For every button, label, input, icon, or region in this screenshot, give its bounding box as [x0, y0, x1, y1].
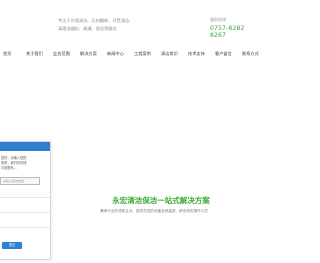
hotline-label: 服务热线 — [210, 17, 226, 22]
hotline-number: 0757-8282 8267 — [210, 25, 245, 39]
hero-title: 永宏清洁保洁一站式解决方案 — [112, 196, 210, 205]
intro-line-2: 清理油烟机、疏通、保洁等服务 — [58, 26, 117, 31]
nav-item-about[interactable]: 关于我们 — [26, 51, 43, 57]
main-nav: 首页 关于我们 业务范围 解决方案 新闻中心 工程案例 清洁常识 技术支持 客户… — [0, 49, 262, 61]
intro-line-1: 专注于外墙清洗、石材翻新、开荒清洁、 — [58, 18, 134, 23]
contact-widget-text: 您好，请输入您的需求，我们将尽快与您联系... — [1, 156, 27, 170]
nav-item-cases[interactable]: 工程案例 — [134, 51, 151, 57]
contact-widget-header — [0, 142, 50, 151]
nav-item-news[interactable]: 新闻中心 — [107, 51, 124, 57]
nav-item-support[interactable]: 技术支持 — [188, 51, 205, 57]
nav-item-solutions[interactable]: 解决方案 — [80, 51, 97, 57]
submit-button[interactable]: 提交 — [2, 242, 22, 249]
nav-item-knowledge[interactable]: 清洁常识 — [161, 51, 178, 57]
hero-subtitle: 秉承行业的领军企业，国内先进的设备及其高质、精业务的操作人员 — [100, 209, 208, 213]
divider — [0, 212, 50, 213]
nav-item-services[interactable]: 业务范围 — [53, 51, 70, 57]
nav-item-feedback[interactable]: 客户留言 — [215, 51, 232, 57]
nav-item-contact[interactable]: 联系方式 — [242, 51, 259, 57]
company-intro: 专注于外墙清洗、石材翻新、开荒清洁、 清理油烟机、疏通、保洁等服务 — [58, 17, 178, 33]
phone-input[interactable]: 请输入您的电话 — [0, 177, 40, 185]
nav-item-home[interactable]: 首页 — [3, 51, 11, 57]
divider — [0, 227, 50, 228]
